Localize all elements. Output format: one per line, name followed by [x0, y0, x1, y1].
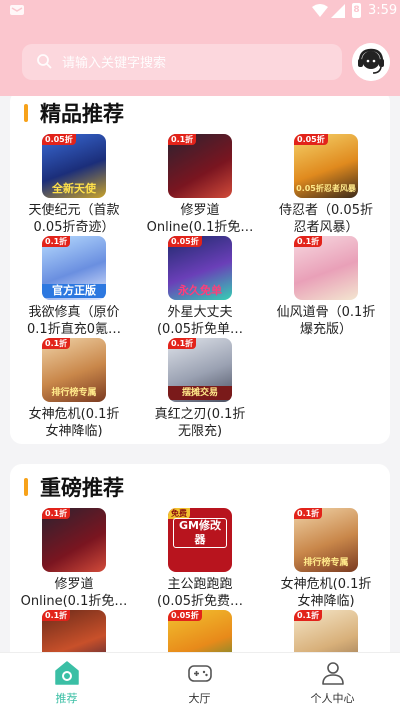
- discount-badge: 0.1折: [168, 134, 197, 145]
- discount-badge: 0.1折: [42, 508, 71, 519]
- icon-caption: 全新天使: [52, 182, 96, 195]
- section-title-text: 精品推荐: [40, 102, 124, 126]
- section-featured: 精品推荐 0.05折 全新天使 天使纪元（首款 0.05折奇迹） 0.1折 修罗…: [10, 96, 390, 444]
- search-icon: [37, 54, 52, 69]
- game-name: 我欲修真（原价 0.1折直充0氪…: [27, 305, 121, 337]
- game-icon: 0.05折 全新天使: [42, 134, 106, 198]
- icon-caption: 0.05折忍者风暴: [296, 184, 356, 193]
- game-name: 主公跑跑跑 (0.05折免费…: [156, 577, 244, 609]
- accent-bar: [24, 478, 28, 496]
- section-hot: 重磅推荐 0.1折 修罗道 Online(0.1折免… 免费 GM修改器 主公跑…: [10, 464, 390, 652]
- tab-recommend[interactable]: 推荐: [0, 653, 133, 713]
- header: 8 3:59: [0, 0, 400, 96]
- game-icon: 0.1折: [42, 508, 106, 572]
- discount-badge: 0.1折: [42, 236, 71, 247]
- game-icon: 0.1折 排行榜专属: [294, 508, 358, 572]
- game-name: 修罗道 Online(0.1折免…: [146, 203, 254, 235]
- discount-badge: 0.1折: [294, 508, 323, 519]
- home-icon: [55, 661, 79, 685]
- game-name: 外星大丈夫 (0.05折免单…: [156, 305, 244, 337]
- game-icon: 免费 GM修改器: [168, 508, 232, 572]
- discount-badge: 0.1折: [294, 236, 323, 247]
- game-icon: 0.05折 永久免单: [168, 236, 232, 300]
- game-name: 女神危机(0.1折 女神降临): [28, 407, 120, 439]
- game-icon: 0.1折: [42, 610, 106, 652]
- game-icon: 0.05折: [168, 610, 232, 652]
- discount-badge: 0.1折: [168, 338, 197, 349]
- game-icon: 0.1折: [294, 610, 358, 652]
- tab-label: 推荐: [55, 692, 78, 705]
- game-name: 仙风道骨（0.1折 爆充版）: [276, 305, 376, 337]
- game-name: 侍忍者（0.05折 忍者风暴）: [279, 203, 373, 235]
- game-icon: 0.1折: [168, 134, 232, 198]
- battery-icon: 8: [352, 3, 361, 18]
- icon-caption: 排行榜专属: [303, 558, 349, 568]
- discount-badge: 0.05折: [168, 610, 202, 621]
- customer-service-button[interactable]: [352, 43, 390, 81]
- wifi-icon: [312, 4, 328, 17]
- game-icon: 0.05折 0.05折忍者风暴: [294, 134, 358, 198]
- discount-badge: 0.05折: [294, 134, 328, 145]
- accent-bar: [24, 104, 28, 122]
- game-icon: 0.1折 排行榜专属: [42, 338, 106, 402]
- discount-badge: 0.1折: [294, 610, 323, 621]
- discount-badge: 0.05折: [168, 236, 202, 247]
- tab-label: 大厅: [188, 692, 211, 705]
- search-bar[interactable]: [22, 44, 342, 82]
- game-icon: 0.1折 摆摊交易: [168, 338, 232, 402]
- gamepad-icon: [188, 665, 212, 682]
- game-name: 女神危机(0.1折 女神降临): [280, 577, 372, 609]
- status-time: 3:59: [368, 3, 398, 18]
- notification-icon: [10, 5, 24, 15]
- icon-caption: 永久免单: [178, 284, 222, 297]
- section-title-text: 重磅推荐: [40, 476, 124, 500]
- game-icon: 0.1折: [294, 236, 358, 300]
- search-input[interactable]: [60, 44, 334, 82]
- discount-badge: 0.1折: [42, 338, 71, 349]
- tab-label: 个人中心: [310, 692, 355, 705]
- headset-icon: [352, 43, 390, 81]
- tab-profile[interactable]: 个人中心: [266, 653, 399, 713]
- icon-caption: 摆摊交易: [168, 386, 232, 400]
- tab-lobby[interactable]: 大厅: [133, 653, 266, 713]
- icon-caption: 官方正版: [42, 284, 106, 298]
- battery-level: 8: [353, 5, 360, 15]
- discount-badge: 0.05折: [42, 134, 76, 145]
- bottom-tab-bar: 推荐 大厅 个人中心: [0, 652, 400, 713]
- icon-caption: 排行榜专属: [51, 388, 97, 398]
- icon-caption: GM修改器: [173, 518, 227, 548]
- discount-badge: 0.1折: [42, 610, 71, 621]
- game-icon: 0.1折 官方正版: [42, 236, 106, 300]
- game-name: 修罗道 Online(0.1折免…: [20, 577, 128, 609]
- signal-icon: [331, 4, 345, 18]
- game-name: 天使纪元（首款 0.05折奇迹）: [28, 203, 120, 235]
- status-bar: 8 3:59: [0, 0, 400, 24]
- game-name: 真红之刃(0.1折 无限充): [154, 407, 246, 439]
- user-icon: [322, 662, 344, 685]
- content-area[interactable]: 精品推荐 0.05折 全新天使 天使纪元（首款 0.05折奇迹） 0.1折 修罗…: [0, 96, 400, 652]
